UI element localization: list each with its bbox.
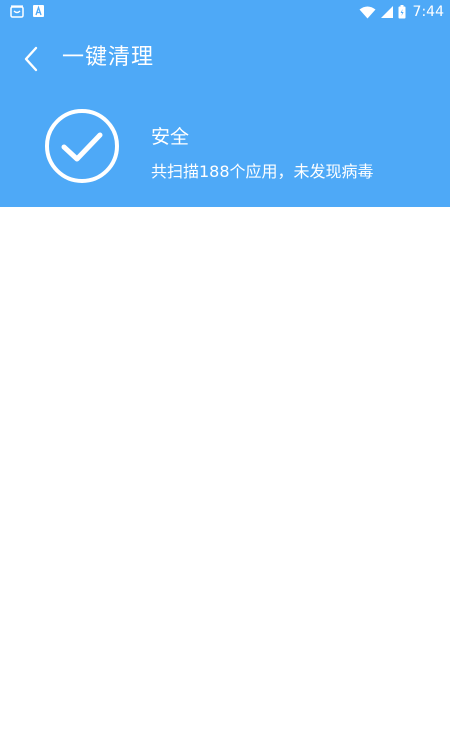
- result-description: 共扫描188个应用，未发现病毒: [151, 162, 374, 181]
- notification-a-icon: [33, 5, 44, 17]
- chevron-left-icon: [24, 46, 38, 72]
- toolbar: 一键清理: [0, 34, 450, 82]
- result-status-title: 安全: [151, 126, 190, 148]
- content-area: [0, 207, 450, 750]
- status-time: 7:44: [412, 4, 444, 20]
- check-circle-icon: [45, 109, 119, 183]
- signal-icon: [380, 6, 393, 18]
- back-button[interactable]: [14, 42, 48, 76]
- page-title: 一键清理: [62, 45, 155, 70]
- status-bar: 7:44: [0, 0, 450, 24]
- battery-icon: [398, 5, 406, 19]
- wifi-icon: [359, 6, 376, 18]
- status-right-group: 7:44: [359, 2, 444, 22]
- header-panel: 7:44 一键清理 安全 共扫描188个应用，未发现病毒: [0, 0, 450, 207]
- notification-app-icon: [10, 5, 24, 18]
